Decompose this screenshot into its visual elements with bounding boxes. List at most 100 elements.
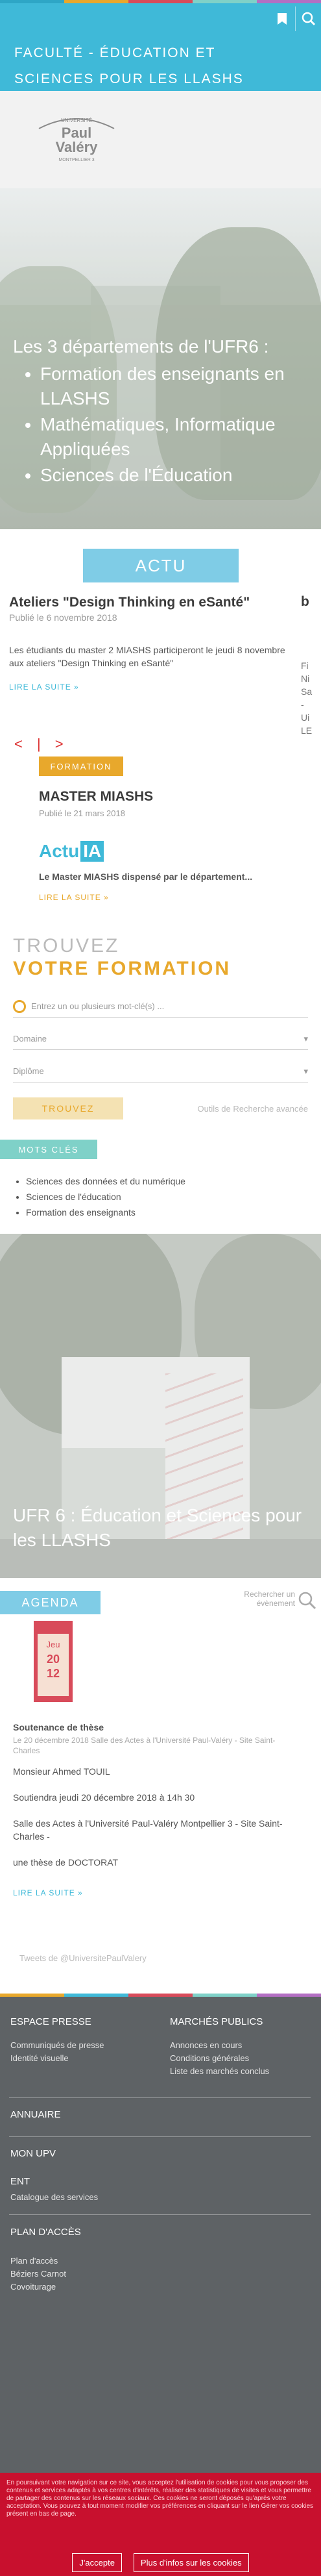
department-item[interactable]: Formation des enseignants en LLASHS [40, 362, 311, 411]
event-who: Monsieur Ahmed TOUIL [13, 1766, 110, 1777]
footer-link[interactable]: Communiqués de presse [10, 2039, 153, 2052]
footer-link[interactable]: Identité visuelle [10, 2052, 153, 2065]
keyword-search-input[interactable]: Entrez un ou plusieurs mot-clé(s) ... [13, 995, 308, 1018]
event-when: Soutiendra jeudi 20 décembre 2018 à 14h … [13, 1792, 195, 1803]
hero-banner: Les 3 départements de l'UFR6 : Formation… [0, 188, 321, 529]
find-button[interactable]: TROUVEZ [13, 1097, 123, 1119]
chevron-down-icon: ▾ [303, 1066, 308, 1076]
logo-band: UNIVERSITÉ Paul Valéry MONTPELLIER 3 [0, 91, 321, 188]
footer-press-column: ESPACE PRESSE Communiqués de presse Iden… [10, 2016, 153, 2065]
carousel-pager[interactable]: < | > [14, 736, 69, 753]
event-title[interactable]: Soutenance de thèse [13, 1722, 104, 1732]
agenda-tag: AGENDA [0, 1591, 101, 1614]
footer-link[interactable]: Covoiturage [10, 2281, 205, 2294]
hero-title: Les 3 départements de l'UFR6 : [13, 336, 269, 356]
formation-date: Publié le 21 mars 2018 [39, 808, 125, 818]
diploma-select[interactable]: Diplôme ▾ [13, 1060, 308, 1082]
peek-line: LE [301, 725, 313, 736]
formation-read-more-link[interactable]: LIRE LA SUITE » [39, 893, 109, 902]
news-date: Publié le 6 novembre 2018 [9, 612, 117, 623]
site-footer: ESPACE PRESSE Communiqués de presse Iden… [0, 1994, 321, 2479]
cookie-text: En poursuivant votre navigation sur ce s… [6, 2479, 314, 2518]
find-subtitle: VOTRE FORMATION [13, 958, 232, 979]
footer-annuaire-link[interactable]: ANNUAIRE [10, 2109, 61, 2120]
footer-press-heading[interactable]: ESPACE PRESSE [10, 2016, 153, 2029]
keyword-link[interactable]: Formation des enseignants [26, 1205, 185, 1220]
bookmark-icon[interactable] [269, 6, 295, 31]
formation-card: FORMATION MASTER MIASHS Publié le 21 mar… [0, 757, 321, 925]
domain-select-label: Domaine [13, 1034, 47, 1044]
keywords-tag: MOTS CLÉS [0, 1140, 97, 1159]
actu-section-header: ACTU [0, 529, 321, 594]
search-circle-icon [13, 999, 26, 1013]
keyword-link[interactable]: Sciences de l'éducation [26, 1189, 185, 1205]
calendar-top-bar [34, 1621, 73, 1634]
keywords-list: Sciences des données et du numérique Sci… [26, 1173, 185, 1220]
news-body: Les étudiants du master 2 MIASHS partici… [9, 645, 285, 668]
department-item[interactable]: Mathématiques, Informatique Appliquées [40, 412, 311, 462]
calendar-month: 12 [46, 1667, 60, 1680]
footer-link[interactable]: Plan d'accès [10, 2255, 205, 2268]
footer-link[interactable]: Catalogue des services [10, 2191, 205, 2204]
formation-desc: Le Master MIASHS dispensé par le départe… [39, 871, 253, 882]
actu-ia-logo: Actu IA [39, 841, 104, 862]
event-read-more-link[interactable]: LIRE LA SUITE » [13, 1888, 83, 1897]
peek-line: - [301, 699, 304, 710]
calendar-date-badge: Jeu 20 12 [34, 1621, 73, 1702]
formation-title[interactable]: MASTER MIASHS [39, 789, 153, 805]
event-where: Salle des Actes à l'Université Paul-Valé… [13, 1818, 283, 1842]
news-carousel: Ateliers "Design Thinking en eSanté" Pub… [0, 594, 321, 757]
calendar-weekday: Jeu [46, 1640, 60, 1649]
search-icon[interactable] [295, 6, 321, 31]
actu-ia-logo-text: Actu [39, 841, 80, 861]
logo-name-2: Valéry [56, 139, 99, 155]
department-item[interactable]: Sciences de l'Éducation [40, 463, 311, 488]
event-these: une thèse de DOCTORAT [13, 1857, 119, 1868]
find-formation-section: TROUVEZ VOTRE FORMATION Entrez un ou plu… [0, 925, 321, 1140]
footer-link[interactable]: Annonces en cours [170, 2039, 313, 2052]
logo-bottom-text: MONTPELLIER 3 [58, 158, 94, 162]
footer-link[interactable]: Conditions générales [170, 2052, 313, 2065]
peek-line: Ui [301, 712, 310, 723]
peek-line: Ni [301, 673, 310, 684]
event-date: Le 20 décembre 2018 Salle des Actes à l'… [13, 1736, 276, 1755]
event-search-link[interactable]: Rechercher un évènement [230, 1590, 295, 1608]
footer-plan-column: PLAN D'ACCÈS Plan d'accès Béziers Carnot… [10, 2226, 205, 2294]
news-title[interactable]: Ateliers "Design Thinking en eSanté" [9, 594, 307, 611]
actu-ia-logo-badge: IA [80, 841, 104, 862]
header-icons [269, 6, 321, 31]
news-next-peek-title: b [301, 594, 309, 609]
campus-banner: UFR 6 : Éducation et Sciences pour les L… [0, 1234, 321, 1578]
color-strip [0, 0, 321, 3]
domain-select[interactable]: Domaine ▾ [13, 1028, 308, 1050]
calendar-body: Jeu 20 12 [38, 1634, 69, 1696]
footer-link[interactable]: Liste des marchés conclus [170, 2065, 313, 2078]
tweets-link[interactable]: Tweets de @UniversitePaulValery [19, 1953, 147, 1963]
keyword-link[interactable]: Sciences des données et du numérique [26, 1173, 185, 1189]
actu-button[interactable]: ACTU [83, 549, 239, 582]
footer-ent-heading[interactable]: ENT [10, 2175, 205, 2188]
cookie-more-info-button[interactable]: Plus d'infos sur les cookies [133, 2553, 249, 2572]
footer-divider [9, 2097, 311, 2098]
agenda-section: AGENDA Rechercher un évènement Jeu 20 12… [0, 1578, 321, 1994]
footer-color-strip [0, 1994, 321, 1997]
search-icon[interactable] [298, 1591, 317, 1610]
footer-monupv-link[interactable]: MON UPV [10, 2148, 56, 2159]
news-read-more-link[interactable]: LIRE LA SUITE » [9, 682, 307, 692]
footer-divider [9, 2136, 311, 2137]
calendar-day: 20 [46, 1653, 60, 1666]
department-list: Formation des enseignants en LLASHS Math… [13, 362, 311, 488]
news-card[interactable]: Ateliers "Design Thinking en eSanté" Pub… [9, 594, 307, 692]
diploma-select-label: Diplôme [13, 1066, 44, 1076]
site-header: Faculté - Éducation et Sciences pour les… [0, 0, 321, 112]
cookie-actions: J'accepte Plus d'infos sur les cookies [0, 2553, 321, 2572]
university-logo[interactable]: UNIVERSITÉ Paul Valéry MONTPELLIER 3 [34, 109, 119, 166]
advanced-search-link[interactable]: Outils de Recherche avancée [197, 1104, 308, 1114]
hero-text: Les 3 départements de l'UFR6 : Formation… [13, 334, 311, 489]
cookie-accept-button[interactable]: J'accepte [72, 2553, 122, 2572]
footer-link[interactable]: Béziers Carnot [10, 2268, 205, 2281]
footer-markets-heading[interactable]: MARCHÉS PUBLICS [170, 2016, 313, 2029]
footer-plan-heading[interactable]: PLAN D'ACCÈS [10, 2226, 205, 2239]
logo-top-text: UNIVERSITÉ [61, 118, 92, 123]
footer-markets-column: MARCHÉS PUBLICS Annonces en cours Condit… [170, 2016, 313, 2078]
